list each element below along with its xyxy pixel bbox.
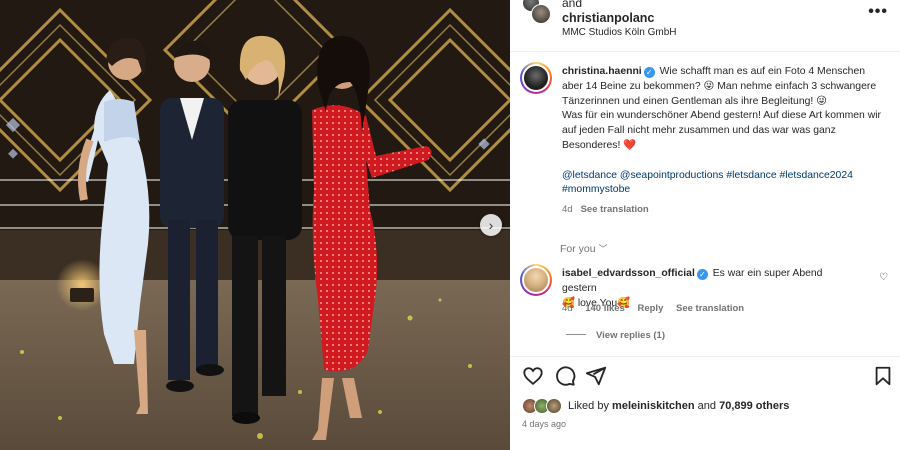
liked-by-label: Liked by xyxy=(568,400,609,412)
likes-summary: Liked by meleiniskitchen and 70,899 othe… xyxy=(522,398,892,416)
post-timestamp[interactable]: 4 days ago xyxy=(522,419,566,429)
view-replies-label: View replies (1) xyxy=(596,330,665,341)
verified-badge-icon: ✓ xyxy=(643,67,655,78)
see-translation-link[interactable]: See translation xyxy=(676,303,744,314)
post-photo[interactable]: › xyxy=(0,0,510,450)
heart-icon[interactable] xyxy=(522,365,544,387)
comment-avatar[interactable] xyxy=(520,264,552,296)
chevron-right-icon[interactable]: › xyxy=(480,214,502,236)
avatar xyxy=(531,4,551,24)
more-icon[interactable]: ••• xyxy=(868,3,888,21)
collab-avatars[interactable] xyxy=(522,0,552,24)
post-details-panel: and christianpolanc MMC Studios Köln Gmb… xyxy=(510,0,900,450)
comment-icon[interactable] xyxy=(554,365,576,387)
likes-count[interactable]: 70,899 others xyxy=(719,400,789,412)
comment-like-heart-icon[interactable]: ♡ xyxy=(879,272,888,283)
caption-tags[interactable]: @letsdance @seapointproductions #letsdan… xyxy=(562,169,882,199)
divider xyxy=(566,334,586,335)
collab-and-text: and xyxy=(562,0,583,10)
view-replies-button[interactable]: View replies (1) xyxy=(566,330,665,341)
heart-emoji-icon: ❤️ xyxy=(623,139,637,151)
see-translation-link[interactable]: See translation xyxy=(581,204,649,215)
header-username[interactable]: christianpolanc xyxy=(562,11,654,25)
bookmark-icon[interactable] xyxy=(872,365,894,387)
location-link[interactable]: MMC Studios Köln GmbH xyxy=(562,27,676,38)
liker-avatars xyxy=(522,398,566,414)
post-header: and christianpolanc MMC Studios Köln Gmb… xyxy=(510,0,900,52)
instagram-post-view: › and christianpolanc MMC Studios Köln G… xyxy=(0,0,900,450)
comment-likes-link[interactable]: 140 likes xyxy=(585,303,625,314)
share-icon[interactable] xyxy=(585,365,607,387)
comment-meta: 4d 140 likes Reply See translation xyxy=(562,303,754,314)
caption-text: christina.haenni ✓ Wie schafft man es auf… xyxy=(562,65,882,218)
caption-age: 4d xyxy=(562,204,573,216)
wink-emoji-icon: 😜 xyxy=(703,80,715,92)
comment-age: 4d xyxy=(562,303,573,314)
chevron-down-icon: ﹀ xyxy=(598,244,608,254)
reply-button[interactable]: Reply xyxy=(637,303,663,314)
for-you-section[interactable]: For you ﹀ xyxy=(560,242,608,255)
action-bar xyxy=(510,356,900,394)
avatar xyxy=(546,398,562,414)
wink-emoji-icon: 😜 xyxy=(816,95,828,107)
liker-username[interactable]: meleiniskitchen xyxy=(612,400,695,412)
caption-meta: 4d See translation xyxy=(562,203,882,218)
comment-username[interactable]: isabel_edvardsson_official xyxy=(562,268,695,279)
caption-avatar[interactable] xyxy=(520,62,552,94)
caption-username[interactable]: christina.haenni xyxy=(562,66,642,77)
verified-badge-icon: ✓ xyxy=(696,269,708,280)
photo-illustration xyxy=(0,0,510,450)
caption-line-3: Was für ein wunderschöner Abend gestern!… xyxy=(562,110,881,151)
for-you-label: For you xyxy=(560,243,596,255)
likes-and-label: and xyxy=(697,400,717,412)
